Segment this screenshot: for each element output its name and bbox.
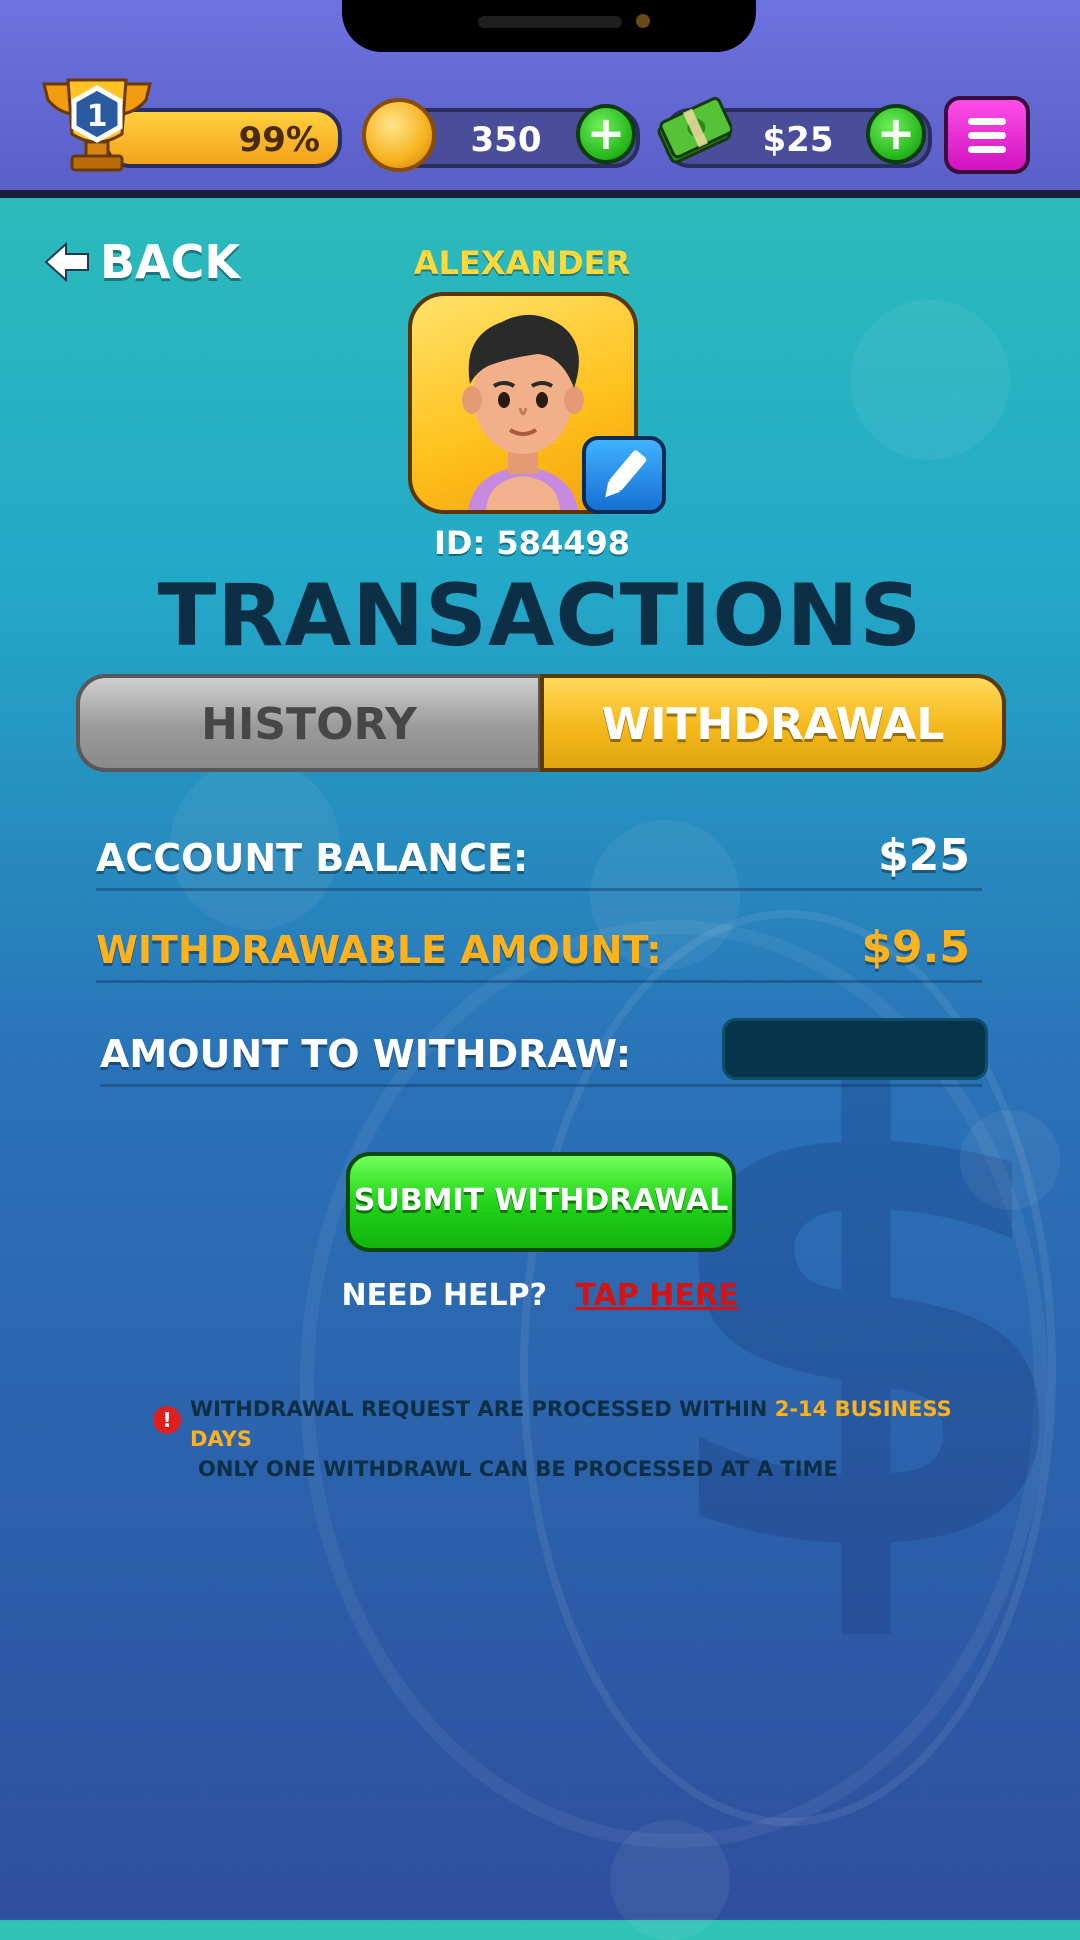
account-balance-value: $25: [878, 830, 970, 881]
tab-history[interactable]: HISTORY: [76, 674, 542, 772]
notice-line-2: ONLY ONE WITHDRAWL CAN BE PROCESSED AT A…: [198, 1457, 838, 1481]
add-coins-button[interactable]: +: [576, 104, 636, 164]
notch-camera: [636, 14, 650, 28]
top-status-bar: 99% 1 350 + $25 +: [0, 0, 1080, 198]
background-bubble: [610, 1820, 730, 1940]
pencil-icon: [605, 450, 647, 498]
menu-button[interactable]: [944, 96, 1030, 174]
add-cash-button[interactable]: +: [866, 104, 926, 164]
plus-icon: +: [586, 106, 626, 160]
tap-here-link[interactable]: TAP HERE: [576, 1278, 739, 1313]
notice-line-1: WITHDRAWAL REQUEST ARE PROCESSED WITHIN …: [190, 1394, 954, 1454]
level-number: 1: [87, 99, 108, 134]
hamburger-icon: [968, 118, 1006, 125]
account-balance-label: ACCOUNT BALANCE:: [96, 836, 529, 880]
cash-stack-icon: [657, 96, 732, 164]
back-label: BACK: [100, 235, 241, 289]
hamburger-icon-line: [968, 132, 1006, 139]
withdrawal-notice: ! WITHDRAWAL REQUEST ARE PROCESSED WITHI…: [153, 1394, 954, 1484]
trophy-icon[interactable]: 1: [38, 74, 156, 174]
withdrawable-amount-value: $9.5: [861, 922, 970, 973]
level-progress-label: 99%: [238, 120, 320, 160]
withdrawable-amount-label: WITHDRAWABLE AMOUNT:: [96, 928, 662, 972]
account-balance-row: ACCOUNT BALANCE: $25: [96, 830, 982, 891]
hamburger-icon-line: [968, 146, 1006, 153]
notice-line-1-text: WITHDRAWAL REQUEST ARE PROCESSED WITHIN: [190, 1397, 775, 1421]
help-row: NEED HELP? TAP HERE: [0, 1278, 1080, 1313]
need-help-text: NEED HELP?: [341, 1278, 548, 1313]
withdrawable-amount-row: WITHDRAWABLE AMOUNT: $9.5: [96, 922, 982, 983]
back-button[interactable]: BACK: [44, 234, 240, 290]
amount-to-withdraw-label: AMOUNT TO WITHDRAW:: [100, 1032, 632, 1076]
background-bubble: [850, 300, 1010, 460]
transaction-tabs: HISTORY WITHDRAWAL: [76, 674, 1006, 772]
player-name: ALEXANDER: [413, 244, 631, 282]
withdraw-amount-input[interactable]: [722, 1018, 988, 1080]
tab-withdrawal[interactable]: WITHDRAWAL: [540, 674, 1006, 772]
arrow-left-icon: [44, 241, 89, 283]
player-id: ID: 584498: [434, 524, 630, 562]
edit-avatar-button[interactable]: [582, 436, 666, 514]
notch-speaker: [478, 16, 622, 28]
device-notch: [342, 0, 756, 52]
coin-icon: [362, 98, 436, 172]
background-bubble: [960, 1110, 1060, 1210]
page-title: TRANSACTIONS: [157, 566, 923, 666]
plus-icon: +: [876, 106, 916, 160]
submit-withdrawal-button[interactable]: SUBMIT WITHDRAWAL: [346, 1152, 736, 1252]
exclamation-icon: !: [153, 1406, 181, 1434]
